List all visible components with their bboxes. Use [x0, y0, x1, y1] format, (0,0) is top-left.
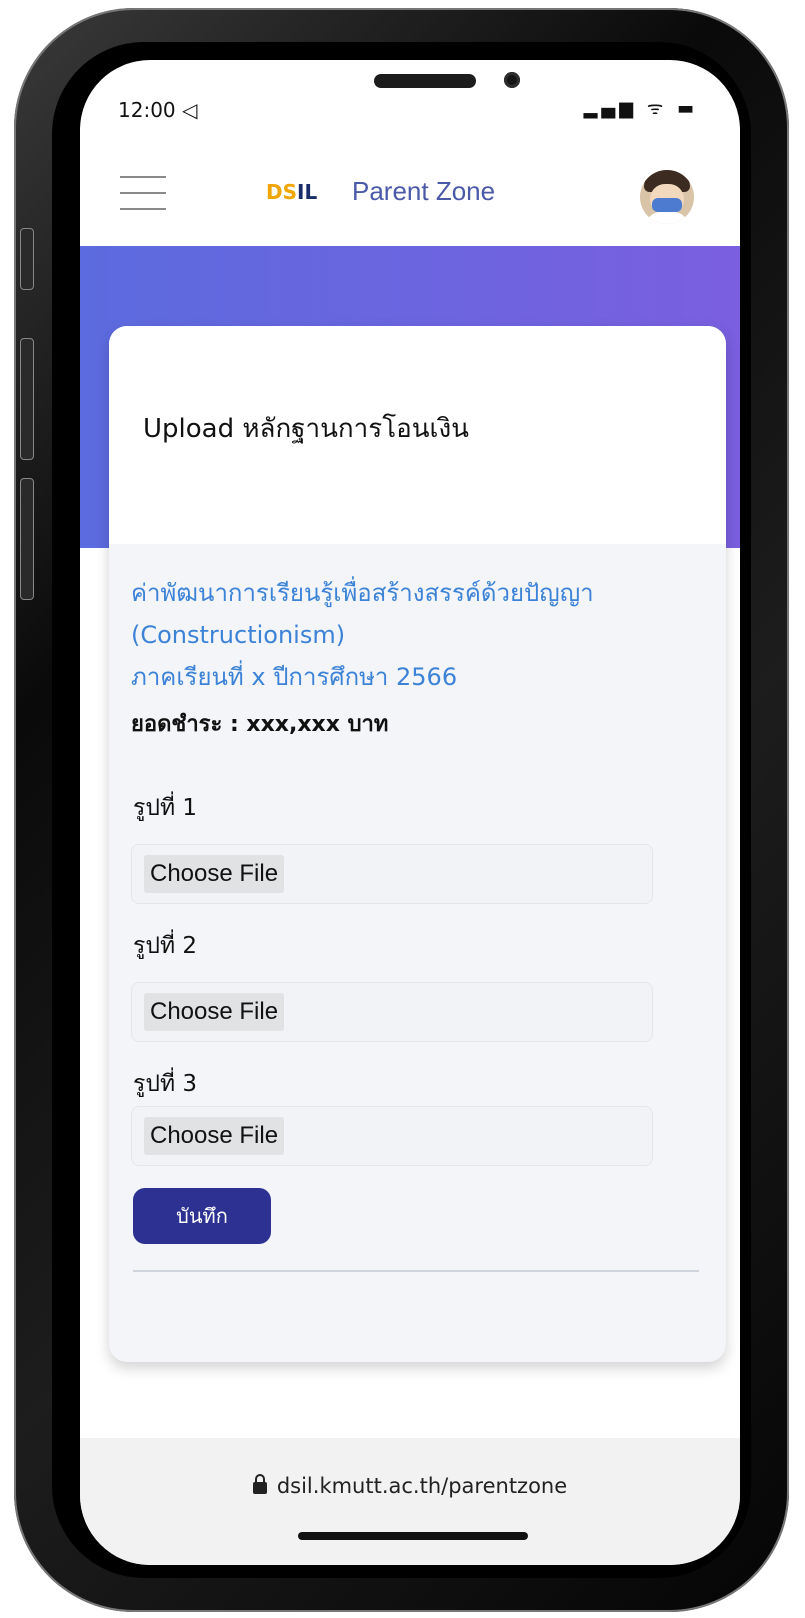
user-avatar[interactable]: [640, 170, 694, 224]
logo-text-il: IL: [297, 180, 318, 204]
file-input-1[interactable]: Choose File: [131, 844, 653, 904]
url-text: dsil.kmutt.ac.th/parentzone: [276, 1474, 568, 1498]
choose-file-button-3[interactable]: Choose File: [144, 1117, 285, 1155]
save-button[interactable]: บันทึก: [133, 1188, 271, 1244]
volume-up-button: [20, 338, 34, 460]
avatar-body: [646, 212, 688, 224]
logo-text-ds: DS: [266, 180, 298, 204]
browser-url-bar[interactable]: dsil.kmutt.ac.th/parentzone: [80, 1438, 740, 1565]
dsil-logo[interactable]: DSIL: [266, 180, 317, 204]
choose-file-button-2[interactable]: Choose File: [144, 993, 285, 1031]
lock-icon: [252, 1474, 267, 1494]
file-input-3[interactable]: Choose File: [131, 1106, 653, 1166]
card-title: Upload หลักฐานการโอนเงิน: [143, 414, 469, 444]
course-info: ค่าพัฒนาการเรียนรู้เพื่อสร้างสรรค์ด้วยปั…: [131, 572, 711, 698]
home-indicator[interactable]: [298, 1532, 528, 1540]
choose-file-button-1[interactable]: Choose File: [144, 855, 285, 893]
file-input-2[interactable]: Choose File: [131, 982, 653, 1042]
app-title: Parent Zone: [352, 176, 496, 206]
card-divider: [133, 1270, 699, 1272]
course-name: ค่าพัฒนาการเรียนรู้เพื่อสร้างสรรค์ด้วยปั…: [131, 579, 594, 607]
course-term: ภาคเรียนที่ x ปีการศึกษา 2566: [131, 663, 458, 691]
payment-amount: ยอดชำระ : xxx,xxx บาท: [131, 712, 389, 737]
mute-switch: [20, 228, 34, 290]
course-subtitle: (Constructionism): [131, 621, 346, 649]
url-display: dsil.kmutt.ac.th/parentzone: [80, 1474, 740, 1498]
hamburger-menu-icon[interactable]: [120, 176, 166, 212]
status-icons: ▂▄▆ ᯤ ▬: [583, 98, 698, 119]
card-header: Upload หลักฐานการโอนเงิน: [109, 326, 726, 544]
upload-label-2: รูปที่ 2: [133, 933, 198, 959]
upload-label-1: รูปที่ 1: [133, 795, 198, 821]
speaker-grille: [374, 74, 476, 88]
avatar-mask: [652, 198, 682, 212]
front-camera: [504, 72, 520, 88]
status-time: 12:00 ◁: [118, 98, 198, 122]
volume-down-button: [20, 478, 34, 600]
upload-card: Upload หลักฐานการโอนเงิน ค่าพัฒนาการเรีย…: [109, 326, 726, 1362]
phone-screen: 12:00 ◁ ▂▄▆ ᯤ ▬ DSIL Parent Zone Upload …: [80, 60, 740, 1565]
app-header: DSIL Parent Zone: [80, 150, 740, 246]
upload-label-3: รูปที่ 3: [133, 1071, 198, 1097]
